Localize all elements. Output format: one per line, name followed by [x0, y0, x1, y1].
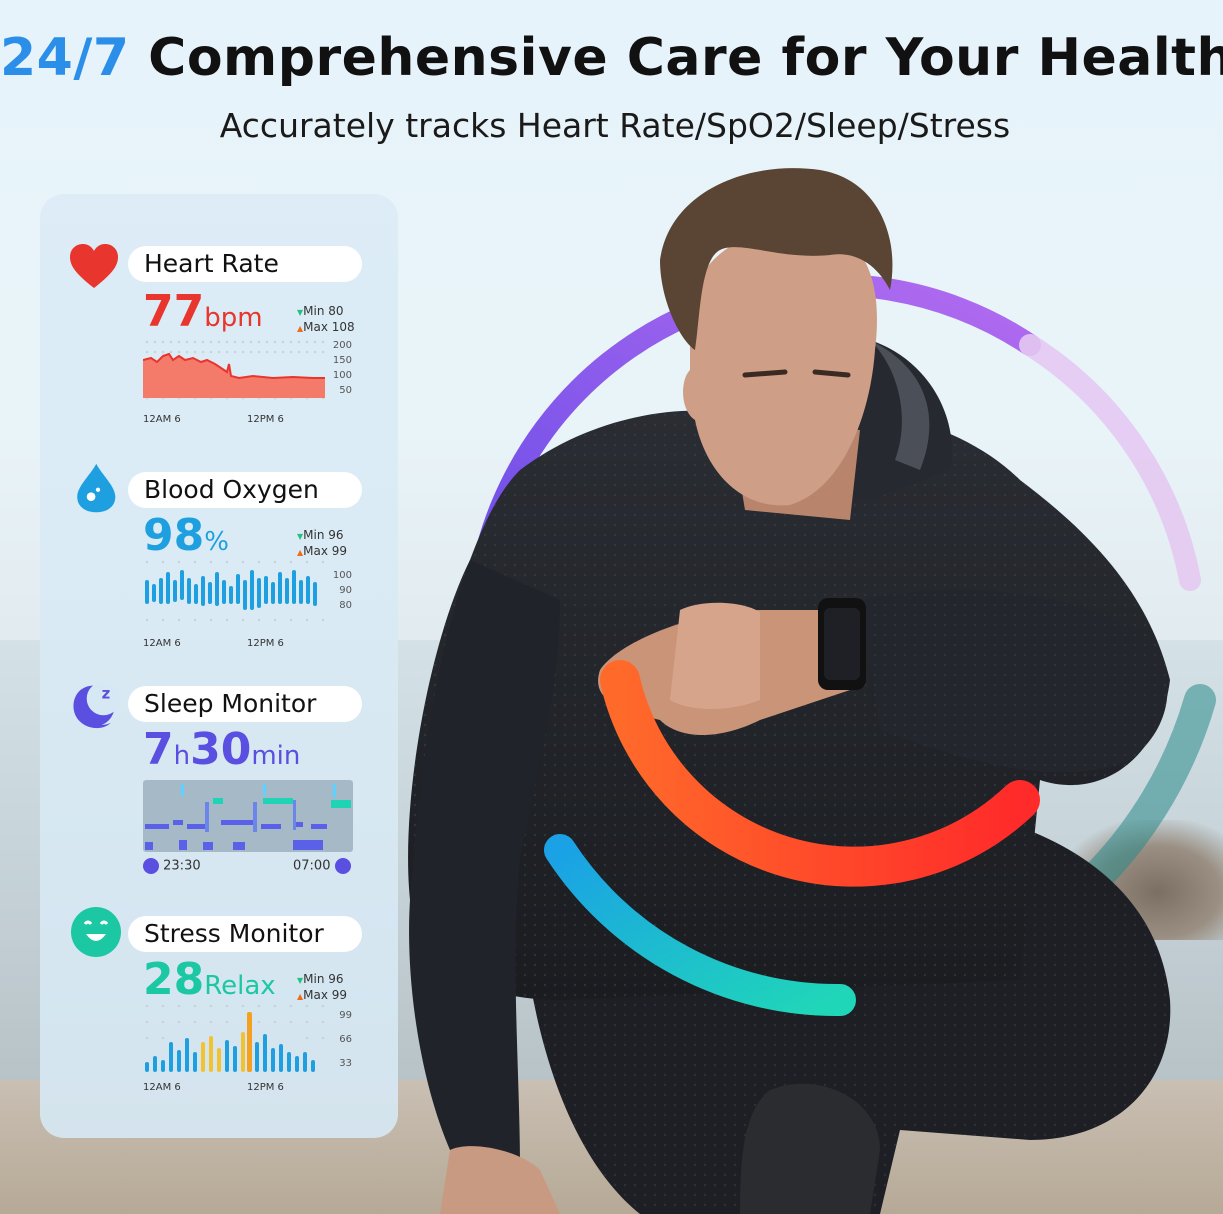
blood-oxygen-value: 98% — [143, 510, 229, 561]
headline-accent: 24/7 — [0, 28, 130, 88]
heart-rate-x-start: 12AM 6 — [143, 414, 181, 425]
sleep-start-time: 23:30 — [163, 858, 201, 874]
sleep-end-time: 07:00 — [293, 858, 331, 874]
axis-tick: 100 — [332, 570, 352, 581]
axis-tick: 99 — [339, 1010, 352, 1021]
heart-rate-min: Min 80 — [303, 304, 344, 318]
metrics-panel: Heart Rate 77bpm ▼Min 80 ▲Max 108 200 15… — [40, 194, 398, 1138]
heart-icon — [70, 244, 118, 288]
sleep-start: 23:30 — [143, 858, 201, 874]
axis-tick: 150 — [332, 355, 352, 366]
stress-value: 28Relax — [143, 954, 276, 1005]
heart-rate-number: 77 — [143, 286, 205, 337]
subheadline: Accurately tracks Heart Rate/SpO2/Sleep/… — [219, 106, 1011, 145]
heart-rate-x-mid: 12PM 6 — [247, 414, 284, 425]
sleep-stage-chart — [143, 780, 353, 852]
heart-rate-axis: 200 150 100 50 — [327, 338, 352, 398]
stress-minmax: ▼Min 96 ▲Max 99 — [297, 972, 347, 1004]
blood-oxygen-unit: % — [204, 527, 229, 557]
stress-number: 28 — [143, 954, 205, 1005]
stress-max: Max 99 — [303, 988, 348, 1002]
sleep-hours: 7 — [143, 724, 174, 775]
heart-rate-minmax: ▼Min 80 ▲Max 108 — [297, 304, 355, 336]
blood-oxygen-chart — [145, 560, 325, 622]
sleep-hours-unit: h — [173, 741, 191, 771]
stress-axis: 99 66 33 — [327, 1004, 352, 1076]
stress-min: Min 96 — [303, 972, 344, 986]
sleep-minutes-unit: min — [251, 741, 301, 771]
heart-rate-label: Heart Rate — [128, 246, 362, 282]
sleep-stage-bars — [145, 784, 351, 850]
axis-tick: 33 — [339, 1058, 352, 1069]
sleep-minutes: 30 — [190, 724, 252, 775]
stress-x-mid: 12PM 6 — [247, 1082, 284, 1093]
heart-rate-unit: bpm — [204, 303, 263, 333]
blood-oxygen-min: Min 96 — [303, 528, 344, 542]
ad-banner: 24/7 Comprehensive Care for Your Health … — [0, 0, 1223, 1214]
blood-oxygen-axis: 100 90 80 — [327, 568, 352, 613]
axis-tick: 80 — [339, 600, 352, 611]
sleep-duration: 7h30min — [143, 724, 300, 775]
stress-monitor-label: Stress Monitor — [128, 916, 362, 952]
blood-oxygen-minmax: ▼Min 96 ▲Max 99 — [297, 528, 347, 560]
moon-icon: z — [73, 681, 121, 729]
axis-tick: 100 — [332, 370, 352, 381]
blood-oxygen-label: Blood Oxygen — [128, 472, 362, 508]
stress-chart — [145, 1004, 325, 1072]
stress-x-start: 12AM 6 — [143, 1082, 181, 1093]
alarm-clock-icon — [334, 858, 351, 874]
blood-oxygen-number: 98 — [143, 510, 205, 561]
headline-text: Comprehensive Care for Your Health — [148, 28, 1223, 88]
axis-tick: 50 — [339, 385, 352, 396]
axis-tick: 90 — [339, 585, 352, 596]
water-drop-icon — [77, 463, 116, 513]
sleep-end: 07:00 — [293, 858, 351, 874]
blood-oxygen-max: Max 99 — [303, 544, 348, 558]
heart-rate-max: Max 108 — [303, 320, 355, 334]
blood-oxygen-x-start: 12AM 6 — [143, 638, 181, 649]
headline: 24/7 Comprehensive Care for Your Health — [0, 28, 1223, 88]
stress-state: Relax — [204, 971, 276, 1001]
axis-tick: 66 — [339, 1034, 352, 1045]
sleeping-face-icon — [143, 858, 159, 874]
smiley-icon — [71, 907, 121, 957]
axis-tick: 200 — [332, 340, 352, 351]
svg-text:z: z — [102, 685, 111, 703]
blood-oxygen-x-mid: 12PM 6 — [247, 638, 284, 649]
heart-rate-value: 77bpm — [143, 286, 263, 337]
heart-rate-chart — [143, 340, 325, 400]
sleep-monitor-label: Sleep Monitor — [128, 686, 362, 722]
